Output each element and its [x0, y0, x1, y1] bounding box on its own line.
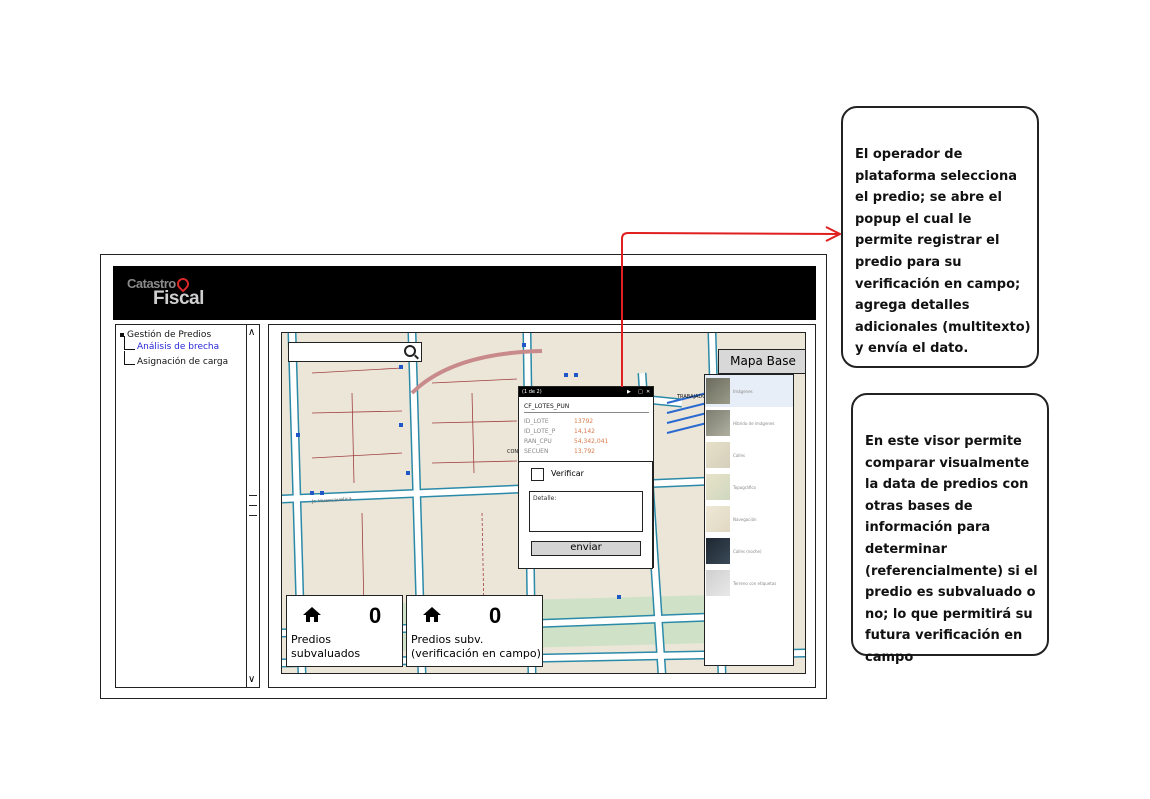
- detail-label: Detalle:: [533, 495, 557, 502]
- sidebar-tree-panel: Gestión de Predios Análisis de brecha As…: [115, 324, 260, 688]
- kpi-label: Predios subv. (verificación en campo): [411, 633, 541, 660]
- field-value: 13,792: [574, 448, 595, 455]
- basemap-thumbnail: [706, 570, 730, 596]
- feature-popup: (1 de 2) ▶ □ ✕ CF_LOTES_PUN ID_LOTE 1379…: [518, 386, 654, 569]
- chevron-down-icon[interactable]: ∨: [248, 674, 255, 685]
- search-icon[interactable]: [404, 345, 416, 357]
- kpi-value: 0: [489, 603, 502, 628]
- play-icon[interactable]: ▶: [627, 389, 631, 395]
- field-name: ID_LOTE: [524, 418, 549, 425]
- field-name: RAN_CPU: [524, 438, 552, 445]
- sidebar-scrollbar[interactable]: ∧ ∨: [246, 325, 261, 687]
- basemap-option[interactable]: Calles: [705, 439, 793, 471]
- app-header: Catastro Fiscal: [113, 266, 816, 320]
- verify-checkbox[interactable]: [531, 468, 544, 481]
- home-icon: [423, 607, 441, 622]
- basemap-thumbnail: [706, 506, 730, 532]
- maximize-icon[interactable]: □: [638, 389, 643, 395]
- popup-layer-name: CF_LOTES_PUN: [524, 403, 570, 410]
- divider: [524, 412, 649, 413]
- basemap-gallery[interactable]: Imágenes Híbrido de imágenes Calles Topo…: [704, 374, 794, 666]
- kpi-label: Predios subvaluados: [291, 633, 361, 660]
- popup-counter: (1 de 2): [522, 389, 542, 395]
- close-icon[interactable]: ✕: [646, 389, 650, 395]
- basemap-option-label: Híbrido de imágenes: [733, 420, 775, 426]
- annotation-note-popup: El operador de plataforma selecciona el …: [841, 106, 1039, 368]
- tree-root-label: Gestión de Predios: [127, 330, 212, 340]
- kpi-value: 0: [369, 603, 382, 628]
- basemap-option[interactable]: Terreno con etiquetas: [705, 567, 793, 599]
- annotation-text: En este visor permite comparar visualmen…: [865, 434, 1038, 665]
- chevron-up-icon[interactable]: ∧: [248, 327, 255, 338]
- base-map-button[interactable]: Mapa Base: [718, 349, 805, 374]
- field-name: SECUEN: [524, 448, 549, 455]
- map-search-box[interactable]: [288, 342, 422, 362]
- basemap-option[interactable]: Calles (noche): [705, 535, 793, 567]
- logo-text-bottom: Fiscal: [153, 288, 204, 309]
- popup-title-bar: (1 de 2) ▶ □ ✕: [519, 387, 653, 397]
- basemap-thumbnail: [706, 410, 730, 436]
- verify-checkbox-label: Verificar: [551, 469, 584, 478]
- field-value: 13792: [574, 418, 594, 425]
- verification-form: Verificar Detalle: enviar: [518, 461, 653, 569]
- basemap-option-label: Terreno con etiquetas: [733, 580, 777, 586]
- scroll-grip-line[interactable]: [249, 495, 257, 496]
- kpi-card-verificacion: 0 Predios subv. (verificación en campo): [406, 595, 543, 667]
- tree-item-analisis-brecha[interactable]: Análisis de brecha: [120, 336, 228, 357]
- basemap-thumbnail: [706, 378, 730, 404]
- annotation-note-viewer: En este visor permite comparar visualmen…: [851, 393, 1049, 665]
- basemap-option-label: Navegación: [733, 516, 757, 522]
- scroll-grip-line[interactable]: [249, 505, 257, 506]
- basemap-thumbnail: [706, 474, 730, 500]
- detail-textarea[interactable]: Detalle:: [529, 491, 643, 532]
- field-value: 54,342,041: [574, 438, 609, 445]
- basemap-thumbnail: [706, 538, 730, 564]
- basemap-option[interactable]: Navegación: [705, 503, 793, 535]
- scroll-grip-line[interactable]: [249, 515, 257, 516]
- basemap-option[interactable]: Topográfico: [705, 471, 793, 503]
- send-button[interactable]: enviar: [531, 541, 641, 556]
- tree-item-asignacion-carga[interactable]: Asignación de carga: [120, 351, 228, 372]
- basemap-option-label: Imágenes: [733, 388, 753, 394]
- basemap-option-label: Calles: [733, 452, 746, 458]
- kpi-card-subvaluados: 0 Predios subvaluados: [286, 595, 403, 667]
- field-name: ID_LOTE_P: [524, 428, 556, 435]
- annotation-text: El operador de plataforma selecciona el …: [855, 147, 1031, 357]
- basemap-option-label: Topográfico: [733, 484, 756, 490]
- tree-view: Gestión de Predios Análisis de brecha As…: [120, 328, 228, 372]
- basemap-option-label: Calles (noche): [733, 548, 762, 554]
- basemap-option[interactable]: Imágenes: [705, 375, 793, 407]
- home-icon: [303, 607, 321, 622]
- basemap-thumbnail: [706, 442, 730, 468]
- basemap-option[interactable]: Híbrido de imágenes: [705, 407, 793, 439]
- field-value: 14,142: [574, 428, 595, 435]
- tree-root-gestion-predios[interactable]: Gestión de Predios: [120, 328, 228, 342]
